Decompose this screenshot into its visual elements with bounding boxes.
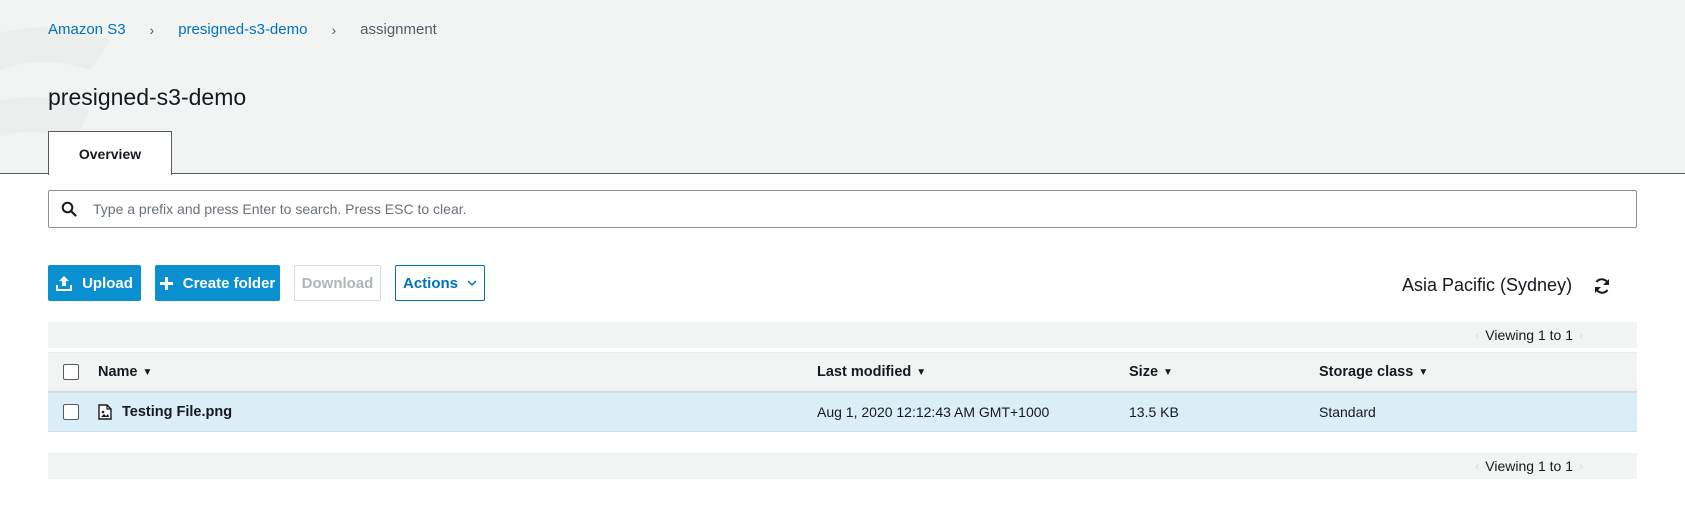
row-last-modified: Aug 1, 2020 12:12:43 AM GMT+1000 (817, 404, 1050, 420)
download-button[interactable]: Download (294, 265, 381, 301)
breadcrumb-current-folder: assignment (360, 21, 437, 38)
row-checkbox[interactable] (63, 404, 79, 420)
pagination-bottom: ‹ Viewing 1 to 1 › (48, 453, 1637, 479)
search-icon (49, 191, 89, 227)
breadcrumb: Amazon S3 › presigned-s3-demo › assignme… (48, 21, 437, 38)
column-header-name-label: Name (98, 364, 138, 380)
next-page-icon[interactable]: › (1579, 328, 1583, 342)
actions-button-label: Actions (402, 274, 458, 292)
pagination-text: Viewing 1 to 1 (1485, 327, 1573, 343)
create-folder-button[interactable]: Create folder (155, 265, 280, 301)
column-header-name[interactable]: Name ▼ (98, 353, 152, 391)
upload-button[interactable]: Upload (48, 265, 141, 301)
column-header-last-modified-label: Last modified (817, 364, 912, 380)
column-header-last-modified[interactable]: Last modified ▼ (817, 353, 926, 391)
row-name-cell: Testing File.png (98, 393, 232, 431)
refresh-icon[interactable] (1593, 277, 1613, 297)
next-page-icon[interactable]: › (1579, 459, 1583, 473)
actions-button[interactable]: Actions (395, 265, 485, 301)
search-input[interactable] (93, 192, 1593, 226)
breadcrumb-separator-icon: › (331, 21, 337, 38)
create-folder-button-label: Create folder (182, 274, 276, 292)
previous-page-icon[interactable]: ‹ (1475, 459, 1479, 473)
row-storage-class: Standard (1319, 404, 1376, 420)
column-header-size[interactable]: Size ▼ (1129, 353, 1173, 391)
chevron-down-icon (467, 279, 477, 287)
upload-icon (56, 275, 73, 291)
table-header: Name ▼ Last modified ▼ Size ▼ Storage cl… (48, 352, 1637, 392)
sort-caret-icon: ▼ (142, 366, 153, 378)
row-size: 13.5 KB (1129, 404, 1179, 420)
page-title: presigned-s3-demo (48, 84, 247, 110)
header-band: Amazon S3 › presigned-s3-demo › assignme… (0, 0, 1685, 174)
search-box (48, 190, 1637, 228)
sort-caret-icon: ▼ (1163, 366, 1173, 378)
breadcrumb-separator-icon: › (149, 21, 155, 38)
column-header-size-label: Size (1129, 364, 1159, 380)
table-row[interactable]: Testing File.png Aug 1, 2020 12:12:43 AM… (48, 392, 1637, 432)
region-label: Asia Pacific (Sydney) (1402, 275, 1573, 295)
select-all-cell (63, 353, 79, 391)
image-file-icon (98, 404, 112, 420)
sort-caret-icon: ▼ (1418, 366, 1429, 378)
upload-button-label: Upload (82, 274, 133, 292)
plus-icon (159, 276, 173, 290)
pagination-text: Viewing 1 to 1 (1485, 458, 1573, 474)
breadcrumb-bucket[interactable]: presigned-s3-demo (178, 21, 307, 38)
pagination-top: ‹ Viewing 1 to 1 › (48, 322, 1637, 348)
tab-overview[interactable]: Overview (48, 131, 172, 175)
select-all-checkbox[interactable] (63, 364, 79, 380)
breadcrumb-amazon-s3[interactable]: Amazon S3 (48, 21, 126, 38)
previous-page-icon[interactable]: ‹ (1475, 328, 1479, 342)
row-select-cell (63, 393, 79, 431)
file-name-link[interactable]: Testing File.png (122, 404, 232, 420)
sort-caret-icon: ▼ (916, 366, 927, 378)
column-header-storage-class-label: Storage class (1319, 364, 1414, 380)
column-header-storage-class[interactable]: Storage class ▼ (1319, 353, 1428, 391)
